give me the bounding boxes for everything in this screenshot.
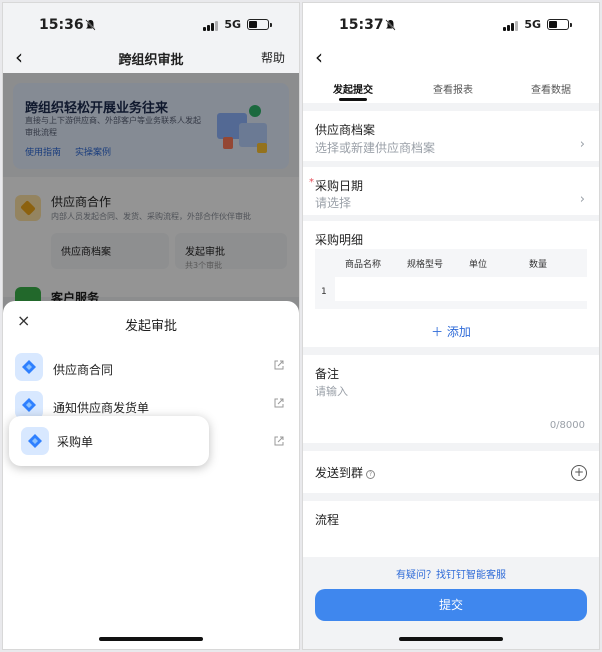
back-button[interactable]: ‹ bbox=[315, 46, 323, 68]
chevron-right-icon: › bbox=[579, 137, 585, 152]
add-group-button[interactable]: + bbox=[571, 465, 587, 481]
submit-button[interactable]: 提交 bbox=[315, 589, 587, 621]
tab-indicator bbox=[339, 98, 367, 101]
battery-icon bbox=[547, 19, 572, 30]
approval-form-icon bbox=[15, 353, 43, 381]
row-index: 1 bbox=[321, 287, 327, 297]
chevron-right-icon: › bbox=[579, 192, 585, 207]
nav-bar: ‹ bbox=[303, 43, 599, 75]
supplier-label: 供应商档案 bbox=[315, 123, 376, 137]
help-circle-icon[interactable]: ? bbox=[366, 470, 376, 479]
supplier-placeholder: 选择或新建供应商档案 bbox=[315, 141, 436, 155]
signal-icon bbox=[203, 21, 218, 31]
signal-icon bbox=[503, 21, 518, 31]
status-time: 15:36 bbox=[39, 17, 84, 33]
home-indicator bbox=[99, 637, 203, 641]
external-link-icon bbox=[274, 360, 284, 370]
mute-bell-icon bbox=[385, 19, 396, 31]
remark-label: 备注 bbox=[315, 367, 340, 381]
send-to-group-row: 发送到群? + bbox=[303, 451, 599, 493]
tab-bar: 发起提交 查看报表 查看数据 bbox=[303, 75, 599, 103]
network-label: 5G bbox=[524, 18, 541, 31]
sheet-item-supplier-contract[interactable]: 供应商合同 bbox=[3, 351, 299, 387]
sheet-item-label: 通知供应商发货单 bbox=[53, 401, 150, 415]
table-row[interactable] bbox=[335, 277, 587, 301]
details-table: 商品名称 规格型号 单位 数量 1 bbox=[315, 249, 587, 309]
sheet-item-label: 采购单 bbox=[57, 435, 94, 449]
left-screen: 15:36 5G ‹ 跨组织审批 帮助 跨组织轻松开展业务往来 直接与上下游供应… bbox=[2, 2, 300, 650]
help-button[interactable]: 帮助 bbox=[261, 49, 285, 66]
approval-form-icon bbox=[21, 427, 49, 455]
add-label: 添加 bbox=[446, 325, 471, 339]
nav-bar: ‹ 跨组织审批 帮助 bbox=[3, 43, 299, 73]
flow-label: 流程 bbox=[315, 513, 340, 527]
column-header: 单位 bbox=[469, 260, 488, 270]
external-link-icon bbox=[274, 436, 284, 446]
send-group-label-wrap: 发送到群? bbox=[315, 464, 376, 481]
send-group-label: 发送到群 bbox=[315, 466, 364, 480]
column-header: 商品名称 bbox=[345, 260, 382, 270]
date-placeholder: 请选择 bbox=[315, 196, 352, 210]
external-link-icon bbox=[274, 398, 284, 408]
home-indicator bbox=[399, 637, 503, 641]
tab-reports[interactable]: 查看报表 bbox=[433, 81, 473, 96]
sheet-item-purchase-order[interactable]: 采购单 bbox=[9, 416, 209, 466]
date-field[interactable]: * 采购日期 请选择 › bbox=[303, 167, 599, 215]
page-title: 跨组织审批 bbox=[118, 53, 184, 68]
date-label: 采购日期 bbox=[315, 179, 364, 193]
required-mark: * bbox=[309, 177, 314, 188]
right-screen: 15:37 5G ‹ 发起提交 查看报表 查看数据 供应商档案 选择或新建供应商… bbox=[302, 2, 600, 650]
column-header: 数量 bbox=[529, 260, 548, 270]
start-approval-sheet: × 发起审批 供应商合同 通知供应商发货单 采购单 bbox=[3, 301, 299, 649]
sheet-title: 发起审批 bbox=[124, 319, 177, 334]
sheet-item-label: 供应商合同 bbox=[53, 363, 114, 377]
column-header: 规格型号 bbox=[407, 260, 444, 270]
network-label: 5G bbox=[224, 18, 241, 31]
remark-field[interactable]: 备注 请输入 0/8000 bbox=[303, 355, 599, 443]
ai-service-link[interactable]: 有疑问？找钉钉智能客服 bbox=[303, 566, 599, 581]
battery-icon bbox=[247, 19, 272, 30]
add-row-button[interactable]: ＋ 添加 bbox=[303, 323, 599, 340]
tab-data[interactable]: 查看数据 bbox=[531, 81, 571, 96]
status-time: 15:37 bbox=[339, 17, 384, 33]
remark-placeholder: 请输入 bbox=[315, 385, 348, 398]
details-label: 采购明细 bbox=[315, 233, 364, 247]
char-counter: 0/8000 bbox=[549, 420, 585, 431]
purchase-details-section: 采购明细 商品名称 规格型号 单位 数量 1 ＋ 添加 bbox=[303, 221, 599, 347]
approval-form-icon bbox=[15, 391, 43, 419]
flow-section: 流程 bbox=[303, 501, 599, 557]
supplier-field[interactable]: 供应商档案 选择或新建供应商档案 › bbox=[303, 111, 599, 161]
tab-submit[interactable]: 发起提交 bbox=[333, 81, 373, 96]
mute-bell-icon bbox=[85, 19, 96, 31]
